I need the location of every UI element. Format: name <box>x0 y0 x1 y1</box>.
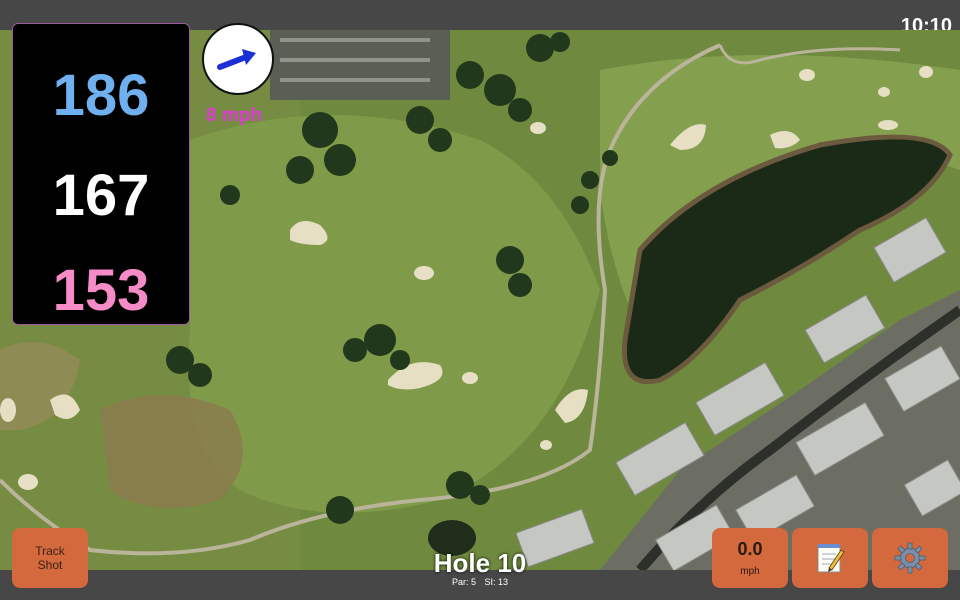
hole-title: Hole 10 <box>433 548 527 578</box>
distance-back: 186 <box>52 63 150 128</box>
track-shot-label: Track Shot <box>35 544 65 572</box>
hole-par: Par: 5 <box>451 577 476 587</box>
speed-unit: mph <box>740 566 760 577</box>
gear-icon <box>894 542 926 574</box>
wind-speed-label: 8 mph <box>206 105 262 126</box>
hole-info: Par: 5 SI: 13 <box>380 577 580 587</box>
wind-direction-dial <box>202 23 274 95</box>
speed-value: 0.0 <box>737 539 763 559</box>
wind-direction-arrow-icon <box>217 49 256 70</box>
notes-button[interactable] <box>792 528 868 588</box>
distance-center: 167 <box>52 163 150 228</box>
track-shot-button[interactable]: Track Shot <box>12 528 88 588</box>
distance-front: 153 <box>52 258 150 323</box>
notepad-icon <box>817 544 845 573</box>
hole-stroke-index: SI: 13 <box>484 577 509 587</box>
speed-button[interactable]: 0.0 mph <box>712 528 788 588</box>
settings-button[interactable] <box>872 528 948 588</box>
distance-panel: 186 167 153 <box>12 23 190 325</box>
